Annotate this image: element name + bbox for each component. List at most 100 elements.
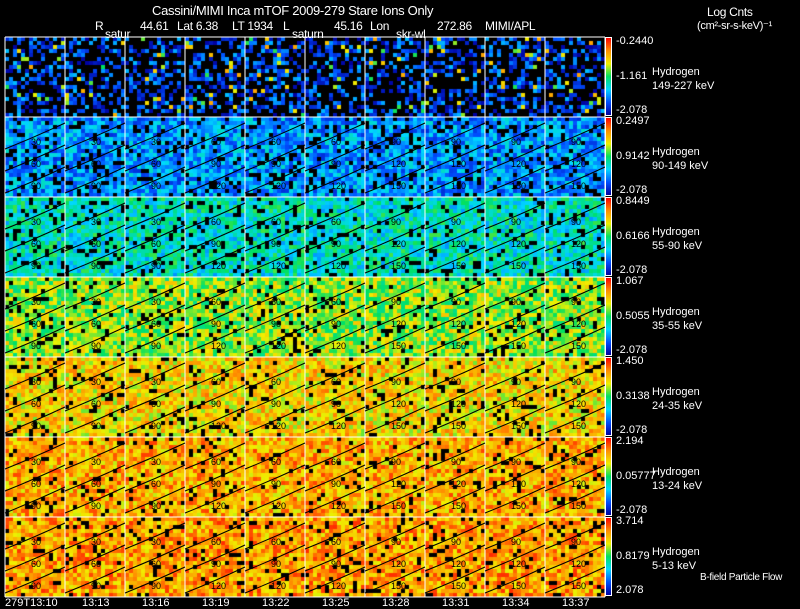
contour-label: 150: [451, 181, 466, 191]
colorbar-mid: 0.05777: [616, 470, 656, 482]
contour-label: 90: [391, 537, 401, 547]
contour-label: 60: [211, 217, 221, 227]
colorbar: [605, 517, 612, 596]
contour-label: 90: [151, 501, 161, 511]
energy: 24-35 keV: [652, 400, 703, 412]
colorbar: [605, 37, 612, 116]
contour-label: 60: [91, 479, 101, 489]
marker-satur: satur: [105, 27, 131, 41]
contour-label: 60: [331, 137, 341, 147]
contour-label: 90: [151, 181, 161, 191]
contour-label: 60: [211, 297, 221, 307]
species: Hydrogen: [652, 226, 700, 238]
contour-label: 60: [271, 297, 281, 307]
contour-label: 30: [151, 137, 161, 147]
contour-label: 60: [331, 457, 341, 467]
contour-label: 120: [511, 239, 526, 249]
contour-label: 60: [211, 457, 221, 467]
contour-label: 90: [31, 341, 41, 351]
contour-label: 90: [91, 341, 101, 351]
contour-label: 120: [571, 319, 586, 329]
energy: 35-55 keV: [652, 320, 703, 332]
contour-label: 120: [451, 159, 466, 169]
contour-label: 90: [331, 159, 341, 169]
contour-label: 90: [31, 501, 41, 511]
contour-label: 90: [511, 137, 521, 147]
contour-label: 90: [571, 537, 581, 547]
colorbar: [605, 277, 612, 356]
contour-label: 120: [451, 399, 466, 409]
contour-label: 60: [151, 159, 161, 169]
contour-label: 150: [571, 341, 586, 351]
contour-label: 90: [451, 297, 461, 307]
x-tick: 13:22: [262, 597, 290, 609]
contour-label: 150: [451, 581, 466, 591]
contour-label: 90: [91, 261, 101, 271]
energy: 13-24 keV: [652, 480, 703, 492]
row-label: Hydrogen 149-227 keV: [652, 65, 714, 93]
contour-label: 120: [511, 479, 526, 489]
contour-label: 90: [571, 377, 581, 387]
contour-label: 120: [391, 399, 406, 409]
colorbar-max: 2.194: [616, 435, 644, 447]
colorbar-max: -0.2440: [616, 35, 654, 47]
contour-label: 120: [511, 319, 526, 329]
contour-label: 90: [31, 581, 41, 591]
contour-label: 120: [271, 261, 286, 271]
x-tick: 13:31: [442, 597, 470, 609]
contour-label: 90: [271, 239, 281, 249]
row-label: Hydrogen 13-24 keV: [652, 465, 702, 493]
contour-label: 120: [571, 239, 586, 249]
contour-label: 90: [391, 297, 401, 307]
contour-label: 90: [331, 239, 341, 249]
contour-label: 120: [391, 559, 406, 569]
contour-label: 120: [451, 319, 466, 329]
contour-label: 60: [271, 377, 281, 387]
contour-label: 90: [211, 159, 221, 169]
contour-label: 150: [511, 501, 526, 511]
contour-label: 150: [451, 501, 466, 511]
x-tick: 13:25: [322, 597, 350, 609]
contour-label: 150: [391, 581, 406, 591]
contour-label: 90: [391, 137, 401, 147]
row-label: Hydrogen 24-35 keV: [652, 385, 702, 413]
contour-label: 90: [391, 377, 401, 387]
contour-label: 150: [511, 181, 526, 191]
contour-label: 150: [451, 261, 466, 271]
x-tick: 13:34: [502, 597, 530, 609]
contour-label: 150: [571, 501, 586, 511]
energy: 5-13 keV: [652, 560, 697, 572]
contour-label: 30: [31, 537, 41, 547]
contour-label: 150: [391, 261, 406, 271]
contour-label: 120: [571, 559, 586, 569]
contour-label: 120: [511, 159, 526, 169]
species: Hydrogen: [652, 546, 700, 558]
contour-label: 90: [511, 297, 521, 307]
species: Hydrogen: [652, 466, 700, 478]
colorbar: [605, 117, 612, 196]
contour-label: 120: [571, 159, 586, 169]
contour-label: 120: [211, 261, 226, 271]
contour-label: 30: [31, 297, 41, 307]
colorbar: [605, 197, 612, 276]
contour-label: 60: [211, 137, 221, 147]
bfield-note: B-field Particle Flow: [700, 572, 783, 583]
contour-label: 120: [511, 559, 526, 569]
contour-label: 120: [331, 501, 346, 511]
row-label: Hydrogen 5-13 keV: [652, 545, 700, 573]
contour-label: 120: [211, 181, 226, 191]
contour-label: 120: [331, 421, 346, 431]
colorbar-max: 1.067: [616, 275, 644, 287]
contour-label: 30: [151, 457, 161, 467]
contour-label: 60: [151, 399, 161, 409]
contour-label: 90: [511, 537, 521, 547]
contour-label: 60: [331, 377, 341, 387]
contour-label: 90: [451, 537, 461, 547]
contour-label: 120: [331, 181, 346, 191]
contour-label: 90: [331, 559, 341, 569]
contour-label: 120: [391, 239, 406, 249]
contour-label: 90: [151, 261, 161, 271]
contour-label: 60: [151, 239, 161, 249]
contour-label: 150: [571, 581, 586, 591]
contour-label: 90: [571, 217, 581, 227]
